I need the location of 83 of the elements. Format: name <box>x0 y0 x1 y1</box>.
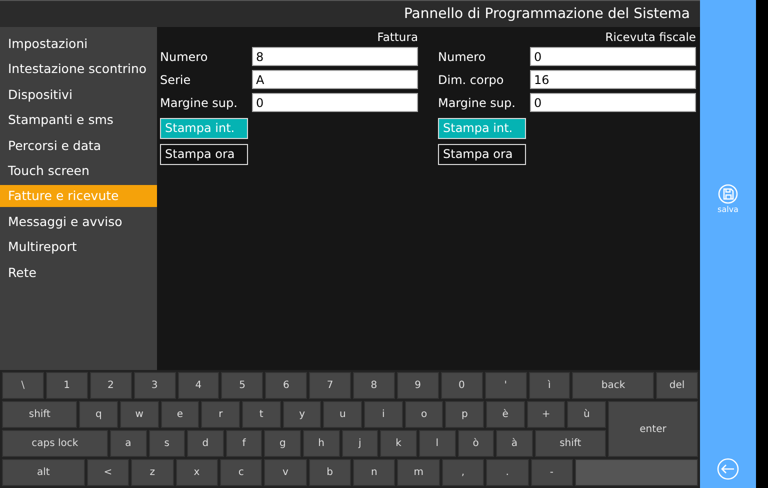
keyboard-key[interactable]: alt <box>2 459 85 486</box>
sidebar-item[interactable]: Messaggi e avviso <box>0 210 157 232</box>
keyboard-key[interactable]: 9 <box>396 372 439 399</box>
keyboard-key[interactable]: c <box>220 459 262 486</box>
field-label: Margine sup. <box>438 96 516 110</box>
field-label: Numero <box>160 50 209 64</box>
keyboard-key[interactable]: ì <box>528 372 570 399</box>
field-label: Dim. corpo <box>438 72 505 87</box>
keyboard-key[interactable]: . <box>486 459 528 486</box>
keyboard-key[interactable]: 6 <box>265 372 308 399</box>
field-label: Serie <box>160 72 192 87</box>
keyboard-key[interactable]: k <box>380 430 417 457</box>
keyboard-key[interactable]: \ <box>2 372 44 399</box>
keyboard-key[interactable]: ' <box>484 372 526 399</box>
space-key[interactable] <box>574 459 698 486</box>
keyboard-key[interactable]: e <box>160 401 200 428</box>
window-title: Pannello di Programmazione del Sistema <box>404 6 690 22</box>
keyboard-key[interactable]: a <box>110 430 146 457</box>
keyboard-key[interactable]: w <box>120 401 159 428</box>
keyboard-key[interactable]: f <box>226 430 262 457</box>
sidebar-item[interactable]: Intestazione scontrino <box>0 58 157 80</box>
keyboard-key[interactable]: shift <box>2 401 78 428</box>
section-title: Fattura <box>377 30 418 44</box>
input-field[interactable]: 16 <box>530 70 696 90</box>
keyboard-key[interactable]: v <box>264 459 307 486</box>
field-label: Margine sup. <box>160 96 238 110</box>
keyboard-key[interactable]: < <box>86 459 130 486</box>
keyboard-key[interactable]: u <box>323 401 362 428</box>
input-field[interactable]: 0 <box>530 93 696 112</box>
keyboard-key[interactable]: 8 <box>353 372 395 399</box>
field-label: Numero <box>438 50 487 64</box>
keyboard-key[interactable]: , <box>442 459 484 486</box>
keyboard-key[interactable]: j <box>342 430 378 457</box>
keyboard-key[interactable]: p <box>445 401 484 428</box>
keyboard-key[interactable]: q <box>79 401 118 428</box>
section-title: Ricevuta fiscale <box>605 30 696 44</box>
keyboard-key[interactable]: + <box>526 401 566 428</box>
keyboard-key[interactable]: h <box>303 430 340 457</box>
keyboard-key[interactable]: s <box>148 430 186 457</box>
keyboard-key[interactable]: 1 <box>46 372 88 399</box>
keyboard-key[interactable]: è <box>486 401 525 428</box>
keyboard-key[interactable]: 3 <box>134 372 176 399</box>
keyboard-key[interactable]: x <box>176 459 218 486</box>
keyboard-key[interactable]: r <box>201 401 240 428</box>
keyboard-key[interactable]: 5 <box>221 372 264 399</box>
keyboard-key[interactable]: 4 <box>178 372 220 399</box>
keyboard-key[interactable]: ù <box>567 401 606 428</box>
keyboard-key[interactable]: i <box>364 401 403 428</box>
toggle-button[interactable]: Stampa ora <box>438 144 526 165</box>
input-field[interactable]: 8 <box>252 47 418 66</box>
keyboard-key[interactable]: z <box>131 459 174 486</box>
input-field[interactable]: A <box>252 70 418 90</box>
toggle-button[interactable]: Stampa ora <box>160 144 248 165</box>
keyboard-key[interactable]: del <box>656 372 698 399</box>
keyboard-key[interactable]: à <box>496 430 533 457</box>
keyboard-key[interactable]: o <box>404 401 444 428</box>
sidebar-item[interactable]: Dispositivi <box>0 84 157 106</box>
keyboard-key[interactable]: l <box>418 430 456 457</box>
keyboard-key[interactable]: ò <box>458 430 494 457</box>
keyboard-key[interactable]: t <box>242 401 281 428</box>
keyboard-key[interactable]: b <box>308 459 351 486</box>
keyboard-key[interactable]: 0 <box>440 372 483 399</box>
keyboard-key[interactable]: 7 <box>309 372 351 399</box>
sidebar-item[interactable]: Multireport <box>0 236 157 258</box>
keyboard-key[interactable]: back <box>572 372 654 399</box>
keyboard-key[interactable]: caps lock <box>2 430 108 457</box>
keyboard-key[interactable]: n <box>353 459 396 486</box>
floppy-disk-icon <box>718 184 738 204</box>
keyboard-key[interactable]: shift <box>534 430 606 457</box>
sidebar-item[interactable]: Rete <box>0 261 157 283</box>
keyboard-key[interactable]: d <box>187 430 224 457</box>
sidebar-item[interactable]: Touch screen <box>0 160 157 182</box>
keyboard-key[interactable]: g <box>264 430 301 457</box>
enter-key[interactable]: enter <box>608 401 698 457</box>
sidebar-item[interactable]: Impostazioni <box>0 32 157 54</box>
input-field[interactable]: 0 <box>252 93 418 112</box>
sidebar-item[interactable]: Stampanti e sms <box>0 109 157 130</box>
keyboard-key[interactable]: 2 <box>90 372 132 399</box>
keyboard-key[interactable]: - <box>530 459 573 486</box>
keyboard-key[interactable]: y <box>282 401 322 428</box>
input-field[interactable]: 0 <box>530 47 696 66</box>
sidebar-item[interactable]: Percorsi e data <box>0 134 157 156</box>
keyboard-key[interactable]: m <box>397 459 440 486</box>
